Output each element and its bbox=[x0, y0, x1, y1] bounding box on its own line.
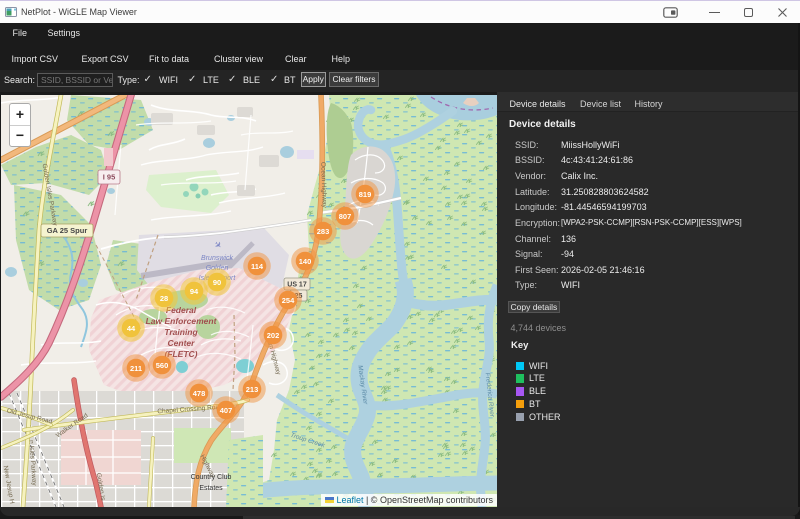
svg-text:Training: Training bbox=[164, 327, 198, 337]
svg-text:Country Club: Country Club bbox=[191, 474, 232, 481]
svg-text:44: 44 bbox=[127, 324, 136, 333]
svg-text:283: 283 bbox=[317, 227, 330, 236]
svg-text:254: 254 bbox=[282, 296, 295, 305]
svg-text:GA 25 Spur: GA 25 Spur bbox=[47, 226, 88, 235]
svg-text:202: 202 bbox=[267, 331, 280, 340]
svg-text:Estates: Estates bbox=[199, 485, 223, 492]
svg-text:560: 560 bbox=[156, 361, 169, 370]
svg-text:I 95: I 95 bbox=[103, 173, 116, 182]
svg-text:Law Enforcement: Law Enforcement bbox=[146, 316, 218, 326]
svg-text:114: 114 bbox=[251, 262, 264, 271]
svg-text:94: 94 bbox=[190, 287, 199, 296]
svg-text:Center: Center bbox=[168, 338, 196, 348]
svg-text:28: 28 bbox=[160, 294, 168, 303]
svg-text:819: 819 bbox=[359, 190, 372, 199]
svg-text:807: 807 bbox=[339, 212, 352, 221]
svg-text:140: 140 bbox=[299, 257, 312, 266]
svg-text:407: 407 bbox=[220, 406, 233, 415]
svg-text:211: 211 bbox=[130, 364, 142, 373]
svg-text:213: 213 bbox=[246, 385, 259, 394]
svg-text:90: 90 bbox=[213, 278, 221, 287]
svg-text:478: 478 bbox=[193, 389, 206, 398]
svg-text:Brunswick: Brunswick bbox=[201, 255, 233, 262]
